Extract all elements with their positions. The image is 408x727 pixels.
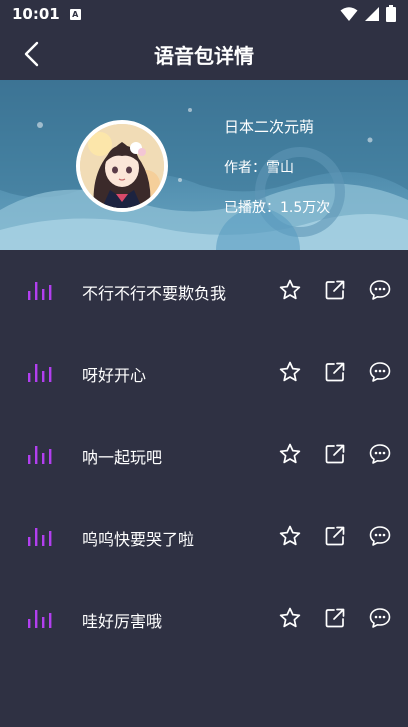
star-icon[interactable]: [278, 360, 302, 384]
signal-icon: [365, 6, 379, 21]
page-title: 语音包详情: [154, 43, 254, 68]
status-icons: [340, 5, 396, 22]
author-label: 作者：: [224, 160, 266, 176]
star-icon[interactable]: [278, 606, 302, 630]
back-arrow-icon[interactable]: [20, 40, 44, 68]
voice-item[interactable]: 不行不行不要欺负我: [0, 250, 408, 332]
voice-label: 不行不行不要欺负我: [82, 284, 227, 303]
profile-info: 日本二次元萌 作者： 雪山 已播放： 1.5万次: [224, 116, 330, 237]
audio-wave-icon: [28, 610, 52, 628]
voice-pack-name: 日本二次元萌: [224, 118, 315, 136]
wifi-icon: [340, 6, 358, 21]
audio-wave-icon: [28, 528, 52, 546]
voice-label: 哇好厉害哦: [82, 612, 163, 631]
comment-icon[interactable]: [368, 278, 392, 302]
voice-item[interactable]: 呜呜快要哭了啦: [0, 496, 408, 578]
avatar: [76, 120, 168, 212]
avatar-image: [80, 124, 164, 208]
comment-icon[interactable]: [368, 442, 392, 466]
battery-icon: [386, 5, 396, 22]
star-icon[interactable]: [278, 442, 302, 466]
share-icon[interactable]: [323, 606, 347, 630]
audio-wave-icon: [28, 364, 52, 382]
plays-count: 1.5万次: [280, 200, 331, 216]
comment-icon[interactable]: [368, 524, 392, 548]
voice-label: 呜呜快要哭了啦: [82, 530, 195, 549]
share-icon[interactable]: [323, 442, 347, 466]
author-line: 作者： 雪山: [224, 157, 330, 177]
share-icon[interactable]: [323, 524, 347, 548]
voice-label: 呀好开心: [82, 366, 147, 385]
audio-wave-icon: [28, 446, 52, 464]
star-icon[interactable]: [278, 278, 302, 302]
plays-line: 已播放： 1.5万次: [224, 197, 330, 217]
voice-item[interactable]: 呐一起玩吧: [0, 414, 408, 496]
voice-item[interactable]: 哇好厉害哦: [0, 578, 408, 660]
share-icon[interactable]: [323, 360, 347, 384]
comment-icon[interactable]: [368, 606, 392, 630]
status-time: 10:01: [12, 5, 60, 23]
author-name: 雪山: [266, 160, 294, 176]
voice-list: 不行不行不要欺负我 呀好开心 呐一起玩吧 呜呜快要哭了啦 哇好厉害哦: [0, 250, 408, 660]
star-icon[interactable]: [278, 524, 302, 548]
audio-wave-icon: [28, 282, 52, 300]
profile-banner: 日本二次元萌 作者： 雪山 已播放： 1.5万次: [0, 80, 408, 250]
plays-label: 已播放：: [224, 200, 280, 216]
voice-item[interactable]: 呀好开心: [0, 332, 408, 414]
voice-label: 呐一起玩吧: [82, 448, 163, 467]
comment-icon[interactable]: [368, 360, 392, 384]
status-bar: 10:01 A: [0, 0, 408, 28]
banner-background: [0, 80, 408, 250]
sim-card-icon: A: [69, 8, 81, 20]
share-icon[interactable]: [323, 278, 347, 302]
title-bar: 语音包详情: [0, 28, 408, 80]
